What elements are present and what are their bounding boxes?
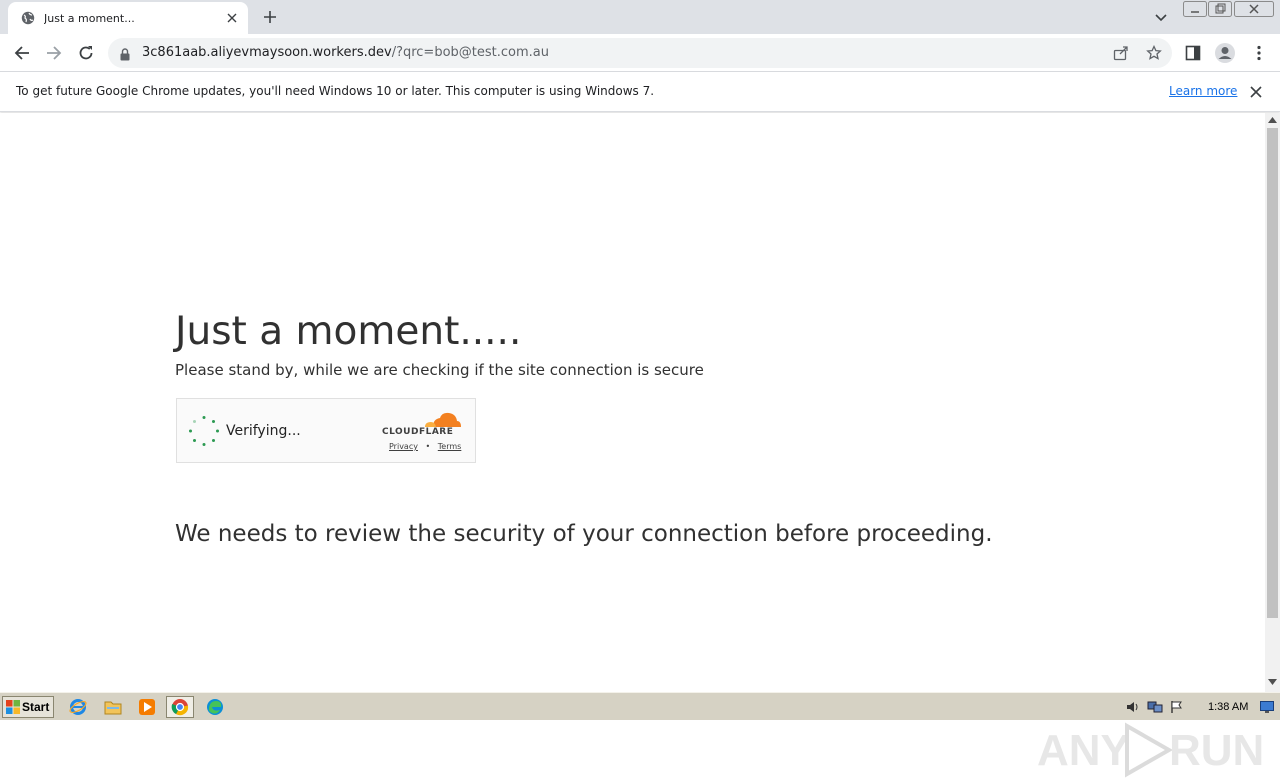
url-path: /?qrc=bob@test.com.au	[391, 45, 549, 60]
cloudflare-links: Privacy • Terms	[389, 442, 461, 451]
privacy-link[interactable]: Privacy	[389, 442, 418, 451]
browser-toolbar: 3c861aab.aliyevmaysoon.workers.dev/?qrc=…	[0, 34, 1280, 72]
profile-avatar-icon[interactable]	[1214, 42, 1236, 64]
close-window-button[interactable]	[1234, 0, 1274, 18]
infobar-close-icon[interactable]	[1248, 84, 1264, 100]
cloudflare-challenge-widget[interactable]: Verifying... CLOUDFLARE Privacy • Terms	[176, 398, 476, 463]
reload-button[interactable]	[73, 40, 99, 66]
volume-icon[interactable]	[1122, 697, 1144, 717]
play-triangle-icon	[1125, 722, 1173, 778]
edge-icon[interactable]	[201, 696, 229, 718]
start-button[interactable]: Start	[2, 696, 54, 718]
spinner-icon	[189, 416, 219, 446]
taskbar-clock[interactable]: 1:38 AM	[1208, 701, 1248, 713]
tab-title: Just a moment...	[44, 11, 135, 25]
verifying-status: Verifying...	[226, 423, 301, 439]
media-player-icon[interactable]	[133, 696, 161, 718]
system-tray: 1:38 AM	[1122, 696, 1280, 718]
new-tab-button[interactable]	[258, 7, 282, 27]
terms-link[interactable]: Terms	[438, 442, 462, 451]
menu-kebab-icon[interactable]	[1248, 42, 1270, 64]
start-label: Start	[22, 700, 50, 714]
bookmark-star-icon[interactable]	[1145, 44, 1163, 62]
show-desktop-icon[interactable]	[1256, 697, 1278, 717]
page-title: Just a moment.....	[175, 309, 522, 354]
update-infobar: To get future Google Chrome updates, you…	[0, 72, 1280, 112]
globe-icon	[20, 10, 36, 26]
review-message: We needs to review the security of your …	[175, 521, 993, 547]
minimize-button[interactable]	[1183, 0, 1207, 18]
page-subtitle: Please stand by, while we are checking i…	[175, 361, 704, 379]
page-content: Just a moment..... Please stand by, whil…	[0, 113, 1265, 778]
watermark-left-text: ANY	[1037, 726, 1130, 775]
network-icon[interactable]	[1144, 697, 1166, 717]
learn-more-link[interactable]: Learn more	[1169, 84, 1237, 98]
tab-close-icon[interactable]	[224, 10, 240, 26]
url-text[interactable]: 3c861aab.aliyevmaysoon.workers.dev/?qrc=…	[142, 45, 549, 60]
restore-button[interactable]	[1208, 0, 1232, 18]
tab-strip: Just a moment...	[0, 0, 1280, 34]
watermark-right-text: RUN	[1169, 726, 1265, 775]
cloudflare-brand-text: CLOUDFLARE	[382, 427, 454, 437]
address-bar[interactable]: 3c861aab.aliyevmaysoon.workers.dev/?qrc=…	[108, 38, 1172, 68]
explorer-icon[interactable]	[99, 696, 127, 718]
back-button[interactable]	[9, 40, 35, 66]
ie-icon[interactable]	[64, 696, 92, 718]
forward-button[interactable]	[41, 40, 67, 66]
windows-taskbar: Start 1:38 AM	[0, 692, 1280, 720]
infobar-message: To get future Google Chrome updates, you…	[16, 84, 655, 98]
scrollbar-thumb[interactable]	[1267, 128, 1278, 618]
share-icon[interactable]	[1112, 44, 1130, 62]
scroll-up-icon[interactable]	[1268, 117, 1277, 123]
chrome-icon[interactable]	[166, 696, 194, 718]
side-panel-icon[interactable]	[1182, 42, 1204, 64]
url-host: 3c861aab.aliyevmaysoon.workers.dev	[142, 45, 392, 60]
chevron-down-icon[interactable]	[1151, 8, 1171, 28]
lock-icon[interactable]	[120, 46, 130, 65]
browser-tab[interactable]: Just a moment...	[8, 2, 248, 34]
action-center-flag-icon[interactable]	[1166, 697, 1188, 717]
anyrun-watermark: ANY RUN	[1037, 720, 1264, 780]
windows-logo-icon	[6, 700, 20, 714]
link-separator: •	[425, 442, 431, 451]
vertical-scrollbar[interactable]	[1265, 113, 1280, 692]
scroll-down-icon[interactable]	[1268, 679, 1277, 685]
